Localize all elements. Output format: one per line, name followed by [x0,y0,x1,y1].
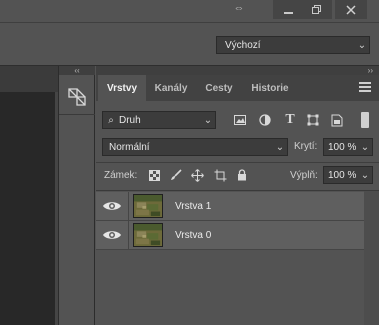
eye-icon[interactable] [102,228,122,242]
properties-panel-button[interactable] [63,84,91,110]
panel-header-strip: ›› [96,66,379,75]
opacity-label: Krytí: [294,141,318,152]
dock-divider [59,114,95,115]
layer-row[interactable]: Vrstva 0 [96,221,364,250]
lock-image-pixels-icon[interactable] [167,166,185,184]
layers-scrollbar[interactable] [364,191,379,325]
document-tab-strip [0,66,58,92]
workspace-select[interactable]: Výchozí ⌄ [216,36,370,54]
eye-icon[interactable] [102,199,122,213]
chevron-down-icon[interactable]: ⌄ [358,142,372,153]
restore-icon [312,4,321,14]
layer-name: Vrstva 0 [175,230,212,241]
workspace-value: Výchozí [225,39,261,51]
layer-name: Vrstva 1 [175,201,212,212]
divider [128,221,129,250]
filter-toggle-switch[interactable] [361,112,369,128]
expand-arrows-icon[interactable]: ⇔ [229,2,249,16]
tab-label: Kanály [154,82,188,94]
tab-label: Cesty [205,82,233,94]
layer-filter-select[interactable]: ⌕ Druh ⌄ [102,111,216,129]
opacity-value: 100 % [328,141,357,153]
blend-mode-value: Normální [109,141,150,153]
opacity-input[interactable]: 100 % ⌄ [323,138,373,156]
fill-label: Výplň: [290,170,318,181]
fill-input[interactable]: 100 % ⌄ [323,166,373,184]
fill-value: 100 % [328,169,357,181]
lock-label: Zámek: [104,170,138,181]
filter-smart-object-icon[interactable] [328,111,346,129]
dock-collapse-button[interactable]: ‹‹ [59,66,95,75]
filter-adjustment-icon[interactable] [256,111,274,129]
tab-label: Vrstvy [106,82,138,94]
filter-type-icon[interactable]: T [281,111,299,129]
canvas[interactable] [0,92,55,325]
divider [128,192,129,221]
properties-icon [68,88,86,106]
tab-history[interactable]: Historie [244,75,296,101]
tab-label: Historie [251,82,289,94]
layer-row[interactable]: Vrstva 1 [96,192,364,221]
layer-thumbnail[interactable] [133,194,163,218]
chevron-down-icon: ⌄ [275,141,285,153]
divider [96,162,379,163]
close-button[interactable] [335,0,367,19]
minimize-icon [283,11,293,14]
lock-all-icon[interactable] [233,166,251,184]
search-icon: ⌕ [108,114,114,126]
filter-value: Druh [119,114,141,126]
close-icon [346,4,356,15]
minimize-button[interactable] [273,0,303,19]
layer-thumbnail[interactable] [133,223,163,247]
filter-shape-icon[interactable] [304,111,322,129]
chevron-down-icon: ⌄ [203,114,213,126]
lock-position-icon[interactable] [188,166,206,184]
tab-layers[interactable]: Vrstvy [98,75,146,101]
chevron-down-icon[interactable]: ⌄ [358,170,372,181]
lock-artboard-icon[interactable] [211,166,229,184]
tab-channels[interactable]: Kanály [148,75,194,101]
title-bar: ⇔ [0,0,379,22]
chevron-down-icon: ⌄ [357,39,367,51]
tab-paths[interactable]: Cesty [196,75,242,101]
restore-button[interactable] [302,0,332,19]
panel-menu-icon[interactable] [359,82,371,94]
lock-transparent-pixels-icon[interactable] [145,166,163,184]
filter-pixel-icon[interactable] [231,111,249,129]
divider [96,190,379,191]
panel-tabs: Vrstvy Kanály Cesty Historie [96,75,379,101]
blend-mode-select[interactable]: Normální ⌄ [102,138,288,156]
collapse-panel-button[interactable]: ›› [368,66,373,75]
